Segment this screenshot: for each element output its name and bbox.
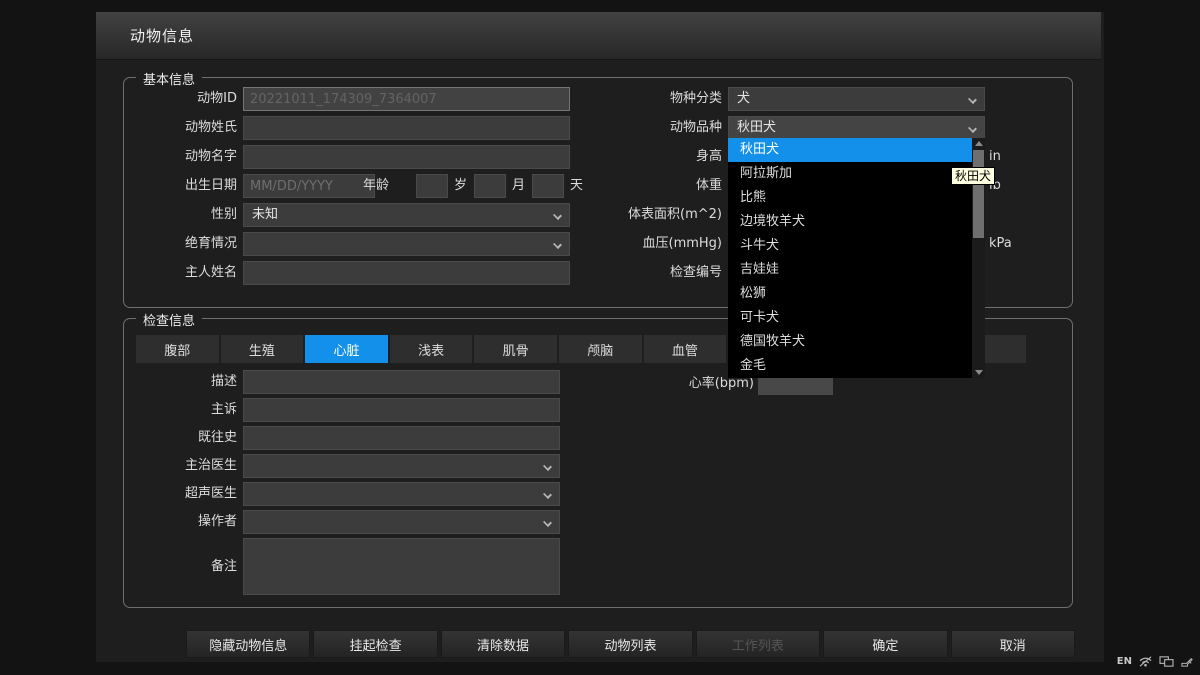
history-input[interactable] [243, 426, 560, 450]
chevron-down-icon [543, 462, 552, 471]
neuter-label: 绝育情况 [127, 232, 237, 256]
worklist-button: 工作列表 [696, 630, 820, 658]
age-months-unit: 月 [512, 174, 525, 198]
exam-info-legend: 检查信息 [136, 310, 202, 329]
scrollbar-thumb[interactable] [973, 150, 984, 238]
dialog-title: 动物信息 [130, 12, 194, 60]
ok-button[interactable]: 确定 [823, 630, 947, 658]
species-select[interactable]: 犬 [728, 87, 985, 111]
breed-option[interactable]: 边境牧羊犬 [728, 210, 985, 234]
neuter-select[interactable] [243, 232, 570, 256]
breed-option-selected[interactable]: 秋田犬 [728, 138, 972, 162]
breed-dropdown-popup: 秋田犬 阿拉斯加 比熊 边境牧羊犬 斗牛犬 吉娃娃 松狮 可卡犬 德国牧羊犬 金… [728, 138, 985, 378]
breed-option[interactable]: 松狮 [728, 282, 985, 306]
tab-vascular[interactable]: 血管 [644, 335, 727, 363]
age-days-input[interactable] [532, 174, 564, 198]
animal-id-input[interactable] [243, 87, 570, 111]
language-indicator: EN [1117, 656, 1132, 667]
breed-option[interactable]: 吉娃娃 [728, 258, 985, 282]
breed-option[interactable]: 可卡犬 [728, 306, 985, 330]
age-label: 年龄 [279, 174, 389, 198]
chevron-down-icon [553, 211, 562, 220]
operator-select[interactable] [243, 510, 560, 534]
breed-select[interactable]: 秋田犬 [728, 116, 985, 140]
description-label: 描述 [127, 370, 237, 394]
cancel-button[interactable]: 取消 [951, 630, 1075, 658]
breed-option[interactable]: 斗牛犬 [728, 234, 985, 258]
breed-label: 动物品种 [592, 116, 722, 140]
animal-surname-input[interactable] [243, 116, 570, 140]
animal-name-input[interactable] [243, 145, 570, 169]
ultrasound-doctor-label: 超声医生 [127, 482, 237, 506]
scroll-down-icon[interactable] [975, 370, 983, 375]
notes-label: 备注 [127, 555, 237, 579]
tab-cranial[interactable]: 颅脑 [559, 335, 642, 363]
gender-value: 未知 [252, 207, 278, 222]
notes-textarea[interactable] [243, 538, 560, 595]
chevron-down-icon [968, 124, 977, 133]
usb-icon [1180, 655, 1195, 668]
attending-doctor-select[interactable] [243, 454, 560, 478]
animal-list-button[interactable]: 动物列表 [568, 630, 692, 658]
ultrasound-doctor-select[interactable] [243, 482, 560, 506]
animal-surname-label: 动物姓氏 [127, 116, 237, 140]
complaint-input[interactable] [243, 398, 560, 422]
hide-animal-info-button[interactable]: 隐藏动物信息 [186, 630, 310, 658]
breed-option[interactable]: 阿拉斯加 [728, 162, 985, 186]
operator-label: 操作者 [127, 510, 237, 534]
breed-option[interactable]: 金毛 [728, 354, 985, 378]
basic-info-legend: 基本信息 [136, 69, 202, 88]
species-value: 犬 [737, 91, 750, 106]
chevron-down-icon [543, 490, 552, 499]
height-label: 身高 [592, 145, 722, 169]
age-years-unit: 岁 [454, 174, 467, 198]
age-months-input[interactable] [474, 174, 506, 198]
suspend-exam-button[interactable]: 挂起检查 [313, 630, 437, 658]
owner-name-input[interactable] [243, 261, 570, 285]
chevron-down-icon [543, 518, 552, 527]
bsa-label: 体表面积(m^2) [592, 203, 722, 227]
dob-label: 出生日期 [127, 174, 237, 198]
history-label: 既往史 [127, 426, 237, 450]
animal-name-label: 动物名字 [127, 145, 237, 169]
owner-name-label: 主人姓名 [127, 261, 237, 285]
height-unit: in [989, 145, 1001, 169]
description-input[interactable] [243, 370, 560, 394]
tab-abdomen[interactable]: 腹部 [136, 335, 219, 363]
animal-info-dialog: 动物信息 基本信息 动物ID 动物姓氏 动物名字 出生日期 年龄 岁 月 天 性… [96, 12, 1104, 662]
gender-select[interactable]: 未知 [243, 203, 570, 227]
chevron-down-icon [968, 95, 977, 104]
attending-doctor-label: 主治医生 [127, 454, 237, 478]
breed-option[interactable]: 德国牧羊犬 [728, 330, 985, 354]
clear-data-button[interactable]: 清除数据 [441, 630, 565, 658]
system-status-bar: EN [1117, 655, 1195, 668]
animal-id-label: 动物ID [127, 87, 237, 111]
breed-value: 秋田犬 [737, 120, 776, 135]
breed-tooltip: 秋田犬 [951, 167, 995, 185]
tab-musculoskeletal[interactable]: 肌骨 [474, 335, 557, 363]
dialog-titlebar: 动物信息 [96, 12, 1101, 60]
tab-reproduction[interactable]: 生殖 [221, 335, 304, 363]
tab-superficial[interactable]: 浅表 [390, 335, 473, 363]
wifi-icon [1138, 655, 1153, 668]
species-label: 物种分类 [592, 87, 722, 111]
bp-unit: kPa [989, 232, 1012, 256]
exam-no-label: 检查编号 [592, 261, 722, 285]
age-years-input[interactable] [416, 174, 448, 198]
footer-button-bar: 隐藏动物信息 挂起检查 清除数据 动物列表 工作列表 确定 取消 [186, 630, 1075, 658]
display-icon [1159, 655, 1174, 668]
complaint-label: 主诉 [127, 398, 237, 422]
chevron-down-icon [553, 240, 562, 249]
age-days-unit: 天 [570, 174, 583, 198]
weight-label: 体重 [592, 174, 722, 198]
scroll-up-icon[interactable] [975, 141, 983, 146]
bp-label: 血压(mmHg) [592, 232, 722, 256]
breed-option[interactable]: 比熊 [728, 186, 985, 210]
gender-label: 性别 [127, 203, 237, 227]
tab-cardiac[interactable]: 心脏 [305, 335, 388, 363]
